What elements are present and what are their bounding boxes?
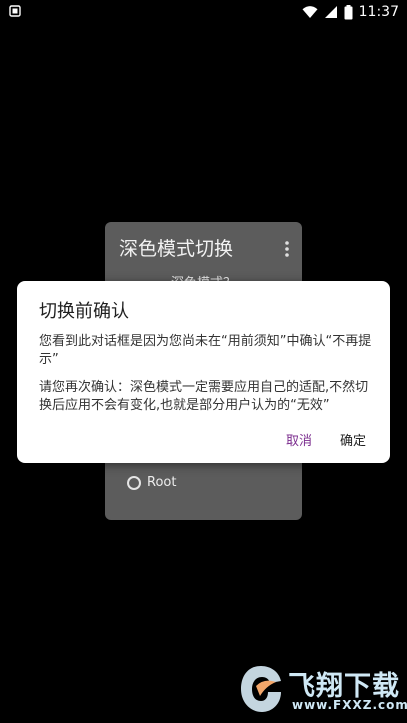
more-vertical-icon[interactable]: [284, 240, 290, 258]
root-option[interactable]: Root: [127, 475, 176, 490]
watermark-url: www.FXXZ.com: [292, 698, 407, 712]
card-title: 深色模式切换: [119, 238, 234, 260]
dialog-actions: 取消 确定: [286, 430, 366, 449]
notification-icon: [9, 5, 21, 17]
radio-button[interactable]: [127, 475, 141, 490]
signal-icon: [324, 6, 337, 18]
wifi-icon: [302, 6, 318, 18]
confirm-dialog: 切换前确认 您看到此对话框是因为您尚未在“用前须知”中确认“不再提示” 请您再次…: [17, 281, 390, 463]
status-time: 11:37: [358, 4, 399, 20]
confirm-button[interactable]: 确定: [340, 430, 366, 449]
dialog-message-1: 您看到此对话框是因为您尚未在“用前须知”中确认“不再提示”: [39, 334, 372, 367]
watermark-logo-icon: [241, 666, 281, 712]
root-option-label: Root: [147, 475, 177, 490]
status-bar: 11:37: [0, 0, 407, 24]
cancel-button[interactable]: 取消: [286, 430, 312, 449]
dialog-message-2: 请您再次确认：深色模式一定需要应用自己的适配,不然切换后应用不会有变化,也就是部…: [39, 380, 369, 413]
status-icons: 11:37: [302, 3, 399, 21]
dialog-title: 切换前确认: [39, 301, 129, 322]
watermark: 飞翔下载 www.FXXZ.com: [236, 658, 407, 720]
battery-icon: [344, 4, 353, 19]
dialog-message: 您看到此对话框是因为您尚未在“用前须知”中确认“不再提示” 请您再次确认：深色模…: [39, 333, 375, 425]
